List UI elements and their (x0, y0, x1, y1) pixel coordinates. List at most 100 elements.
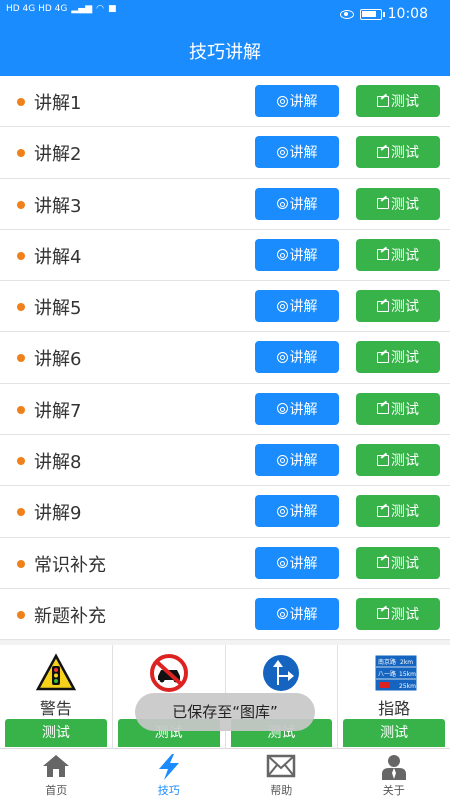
test-button-label: 测试 (391, 94, 419, 110)
explain-button[interactable]: 讲解 (255, 597, 339, 630)
edit-icon (377, 300, 389, 312)
list-item: 讲解7 讲解 测试 (0, 383, 450, 436)
sign-test-button[interactable]: 测试 (343, 719, 445, 747)
list-item-label: 讲解2 (34, 144, 82, 166)
test-button[interactable]: 测试 (356, 341, 440, 374)
edit-icon (377, 403, 389, 415)
explain-button-label: 讲解 (289, 555, 318, 572)
mandatory-direction-icon[interactable] (261, 653, 301, 693)
test-button[interactable]: 测试 (356, 597, 440, 630)
lesson-list: 讲解1 讲解 测试 讲解2 讲解 测试 讲解3 讲解 测试 讲解4 讲解 测试 讲解5 讲解 测试 讲解6 讲解… (0, 76, 450, 641)
target-icon (276, 95, 288, 107)
signal-icon: ▂▄▆ (71, 4, 93, 14)
list-item-label: 讲解3 (34, 195, 82, 217)
bullet-dot-icon (17, 149, 25, 158)
list-item-label: 讲解8 (34, 452, 82, 474)
guide-road-sign-icon[interactable]: 南京路 2km 八一路 15km 25km (374, 653, 418, 693)
test-button-label: 测试 (391, 196, 419, 213)
test-button-label: 测试 (391, 145, 419, 162)
target-icon (276, 403, 288, 415)
prohibition-no-car-icon[interactable] (149, 653, 189, 693)
battery-icon (359, 8, 385, 20)
test-button[interactable]: 测试 (356, 290, 440, 323)
test-button[interactable]: 测试 (356, 85, 440, 117)
list-item: 讲解2 讲解 测试 (0, 127, 450, 179)
target-icon (276, 351, 288, 363)
target-icon (276, 300, 288, 312)
test-button-label: 测试 (391, 350, 419, 367)
test-button[interactable]: 测试 (356, 136, 440, 169)
warning-traffic-light-icon[interactable] (35, 653, 76, 693)
bullet-dot-icon (17, 251, 25, 260)
page-title: 技巧讲解 (189, 42, 261, 63)
explain-button-label: 讲解 (289, 453, 318, 470)
test-button[interactable]: 测试 (356, 187, 440, 220)
bullet-dot-icon (17, 200, 25, 209)
target-icon (276, 146, 288, 158)
test-button[interactable]: 测试 (356, 495, 440, 528)
sign-test-button[interactable]: 测试 (5, 719, 107, 747)
explain-button-label: 讲解 (289, 401, 318, 418)
battery-fill (361, 10, 377, 17)
sign-category: 南京路 2km 八一路 15km 25km 指路 测试 (338, 645, 450, 748)
explain-button-label: 讲解 (289, 145, 318, 162)
test-button-label: 测试 (391, 504, 419, 521)
wifi-icon: ◠ (96, 4, 105, 14)
test-button-label: 测试 (391, 606, 419, 623)
test-button[interactable]: 测试 (356, 238, 440, 271)
guide-row2-dist: 15km (399, 671, 416, 678)
list-item: 讲解6 讲解 测试 (0, 332, 450, 384)
list-item-label: 讲解4 (34, 246, 82, 268)
explain-button[interactable]: 讲解 (255, 136, 339, 169)
list-item-label: 讲解1 (34, 93, 82, 114)
explain-button[interactable]: 讲解 (255, 341, 339, 374)
list-item: 讲解9 讲解 测试 (0, 486, 450, 538)
test-button[interactable]: 测试 (356, 546, 440, 579)
test-button[interactable]: 测试 (356, 444, 440, 477)
toast-message: 已保存至“图库” (135, 693, 315, 731)
target-icon (276, 249, 288, 261)
explain-button[interactable]: 讲解 (255, 546, 339, 579)
explain-button-label: 讲解 (289, 350, 318, 367)
explain-button[interactable]: 讲解 (255, 85, 339, 117)
explain-button[interactable]: 讲解 (255, 187, 339, 220)
tab-item[interactable]: 技巧 (113, 749, 226, 800)
status-left: HD 4G HD 4G ▂▄▆ ◠ ■ (6, 4, 117, 14)
explain-button-label: 讲解 (289, 94, 318, 110)
guide-row1-dist: 2km (400, 659, 413, 666)
explain-button[interactable]: 讲解 (255, 495, 339, 528)
list-item: 讲解5 讲解 测试 (0, 281, 450, 333)
test-button-label: 测试 (391, 453, 419, 470)
explain-button[interactable]: 讲解 (255, 238, 339, 271)
target-icon (276, 505, 288, 517)
bullet-dot-icon (17, 354, 25, 363)
test-button[interactable]: 测试 (356, 392, 440, 425)
status-time: 10:08 (387, 6, 428, 22)
edit-icon (377, 557, 389, 569)
explain-button[interactable]: 讲解 (255, 290, 339, 323)
list-item: 新题补充 讲解 测试 (0, 588, 450, 641)
list-item: 讲解3 讲解 测试 (0, 178, 450, 230)
bullet-dot-icon (17, 508, 25, 517)
edit-icon (377, 454, 389, 466)
sign-category-label: 警告 (39, 699, 72, 718)
explain-button[interactable]: 讲解 (255, 444, 339, 477)
list-item: 常识补充 讲解 测试 (0, 537, 450, 589)
guide-row2-name: 八一路 (378, 670, 396, 678)
bullet-dot-icon (17, 98, 25, 106)
explain-button[interactable]: 讲解 (255, 392, 339, 425)
guide-row3-dist: 25km (399, 683, 416, 690)
list-item: 讲解1 讲解 测试 (0, 76, 450, 128)
explain-button-label: 讲解 (289, 299, 318, 316)
test-button-label: 测试 (391, 299, 419, 316)
tab-label: 关于 (382, 784, 405, 797)
sign-category: 警告 测试 (0, 645, 113, 748)
test-button-label: 测试 (391, 247, 419, 264)
tab-item[interactable]: 首页 (0, 749, 113, 800)
target-icon (276, 454, 288, 466)
tab-item[interactable]: 关于 (338, 749, 450, 800)
edit-icon (377, 198, 389, 210)
edit-icon (377, 146, 389, 158)
tab-item[interactable]: 帮助 (225, 749, 338, 800)
target-icon (276, 608, 288, 620)
